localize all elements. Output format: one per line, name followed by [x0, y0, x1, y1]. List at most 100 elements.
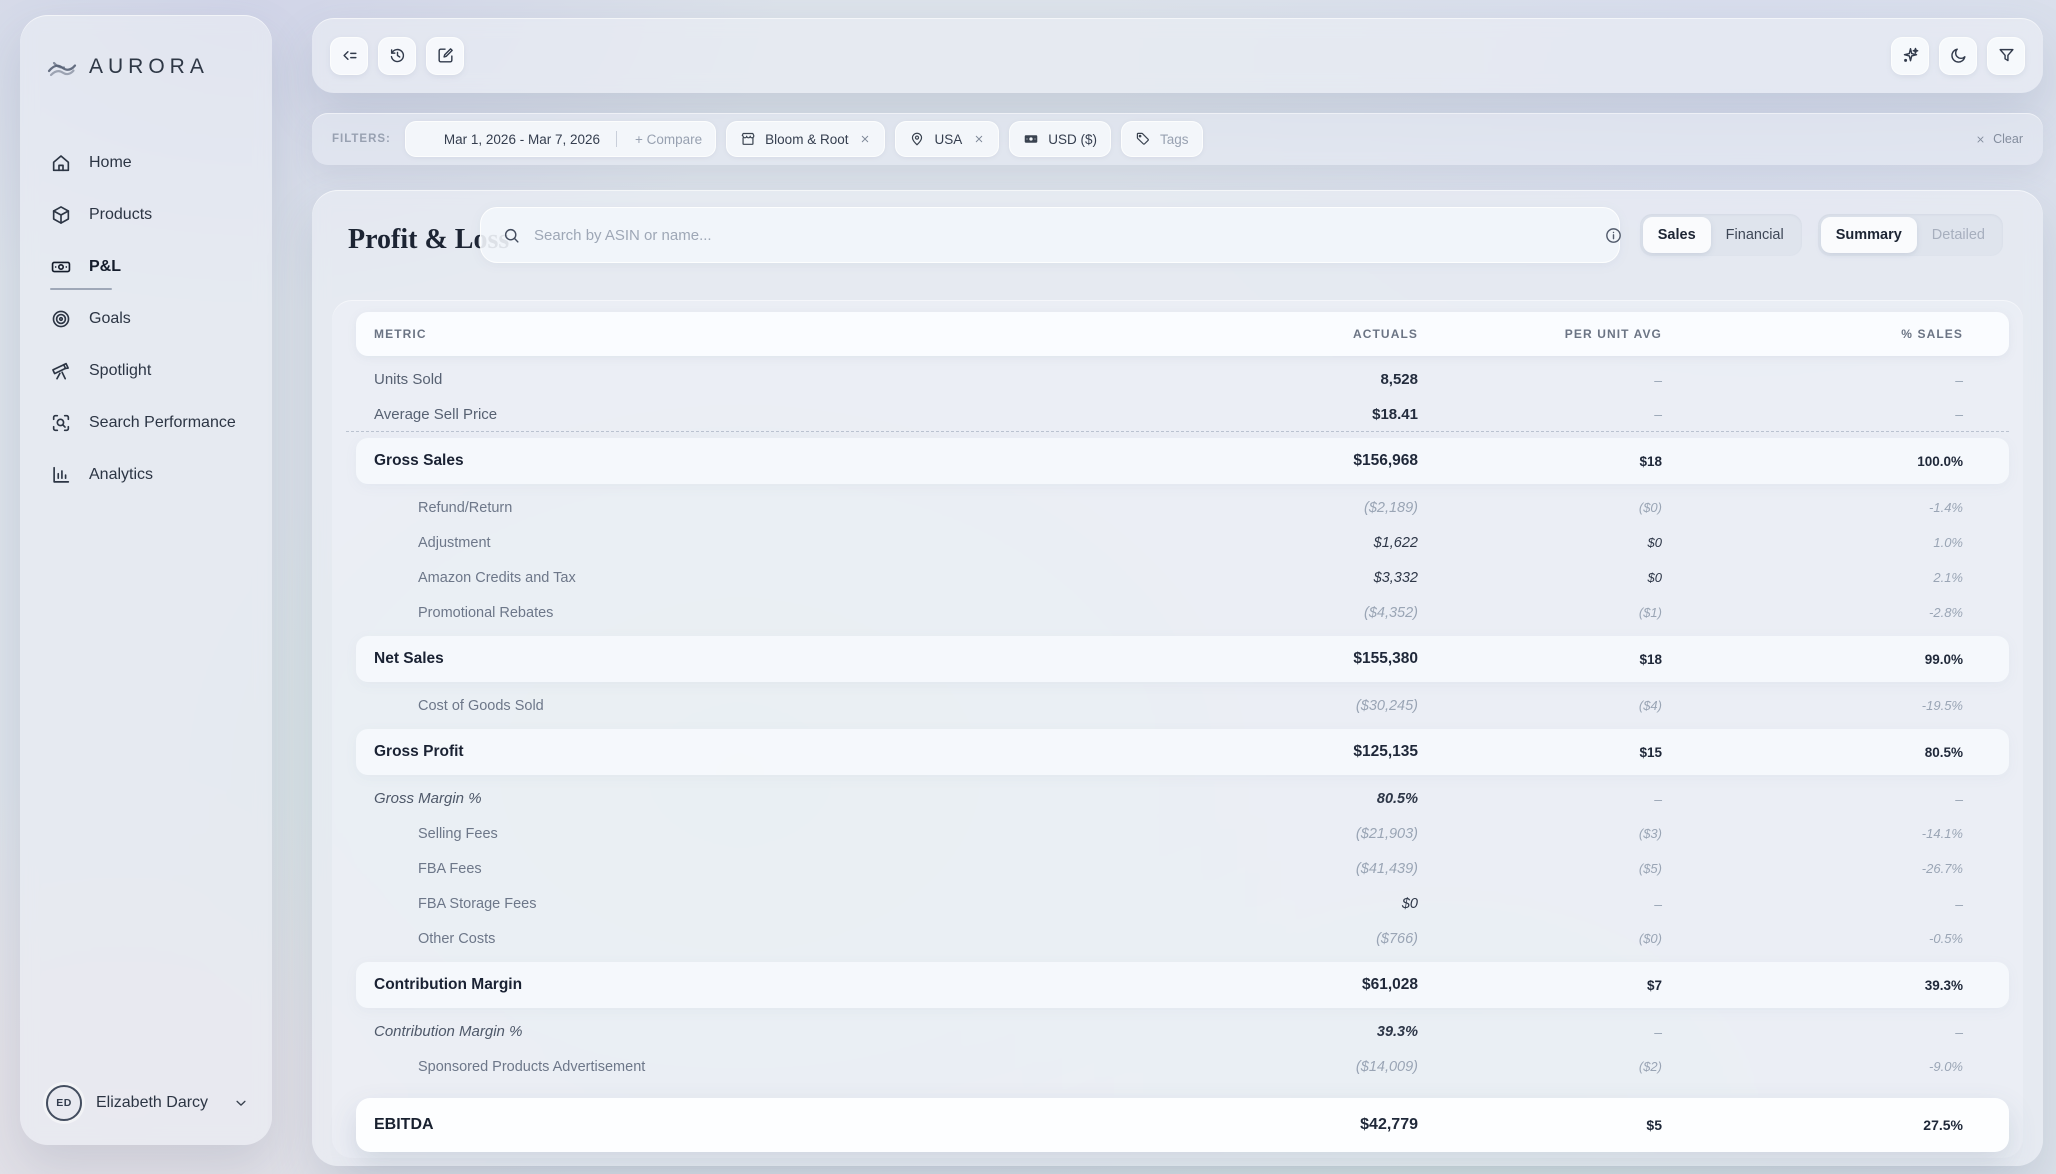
cell-actuals: $61,028 [1168, 976, 1418, 994]
row-label: Amazon Credits and Tax [346, 570, 1168, 586]
history-icon [388, 46, 407, 65]
tab-sales[interactable]: Sales [1643, 217, 1711, 253]
brand-name: AURORA [89, 55, 209, 79]
row-label: Average Sell Price [346, 406, 1168, 423]
filter-chip-tags[interactable]: Tags [1121, 121, 1203, 157]
search-icon [502, 226, 521, 245]
top-toolbar [312, 18, 2043, 93]
cell-per-unit: $18 [1418, 454, 1662, 469]
cell-actuals: ($4,352) [1168, 605, 1418, 621]
filter-chip-bloom-root[interactable]: Bloom & Root [726, 121, 885, 157]
sparkles-icon [1901, 46, 1920, 65]
search-input[interactable] [534, 227, 1598, 244]
cell-pct: 80.5% [1662, 745, 1963, 760]
sidebar-item-goals[interactable]: Goals [20, 293, 272, 345]
cell-pct: – [1662, 406, 1963, 422]
view-controls: SalesFinancial SummaryDetailed [1604, 214, 2003, 256]
table-body: Units Sold8,528––Average Sell Price$18.4… [346, 362, 2009, 1152]
cell-pct: -26.7% [1662, 861, 1963, 876]
cell-per-unit: $0 [1418, 570, 1662, 585]
sidebar-item-home[interactable]: Home [20, 137, 272, 189]
filter-chip-label: USD ($) [1048, 132, 1097, 147]
cell-per-unit: ($4) [1418, 698, 1662, 713]
cell-pct: -0.5% [1662, 931, 1963, 946]
cell-per-unit: – [1418, 1024, 1662, 1040]
cell-pct: 99.0% [1662, 652, 1963, 667]
filter-chips: Bloom & Root USA USD ($) Tags [726, 121, 1212, 157]
clear-filters-button[interactable]: Clear [1975, 132, 2023, 146]
sparkles-button[interactable] [1891, 37, 1929, 75]
filter-button[interactable] [1987, 37, 2025, 75]
cell-actuals: $3,332 [1168, 570, 1418, 586]
dark-mode-button[interactable] [1939, 37, 1977, 75]
sidebar-item-spotlight[interactable]: Spotlight [20, 345, 272, 397]
products-icon [50, 204, 72, 226]
filter-chip-label: USA [934, 132, 962, 147]
table-row: Amazon Credits and Tax$3,332$02.1% [346, 560, 2009, 595]
row-label: Other Costs [346, 931, 1168, 947]
collapse-sidebar-button[interactable] [330, 37, 368, 75]
sidebar-item-label: Spotlight [89, 362, 151, 380]
table-row: Units Sold8,528–– [346, 362, 2009, 397]
sidebar-item-label: Products [89, 206, 152, 224]
filter-chip-usd[interactable]: USD ($) [1009, 121, 1111, 157]
info-icon[interactable] [1604, 226, 1623, 245]
row-label: Gross Sales [346, 452, 1168, 470]
location-pin-icon [909, 131, 925, 147]
table-row: Contribution Margin %39.3%–– [346, 1014, 2009, 1049]
table-row: FBA Storage Fees$0–– [346, 886, 2009, 921]
chevron-down-icon [232, 1094, 250, 1112]
compose-button[interactable] [426, 37, 464, 75]
table-row: Adjustment$1,622$01.0% [346, 525, 2009, 560]
row-label: Contribution Margin % [346, 1023, 1168, 1040]
cell-per-unit: ($3) [1418, 826, 1662, 841]
table-row: Average Sell Price$18.41–– [346, 397, 2009, 432]
toolbar-right-group [1891, 37, 2025, 75]
cell-pct: 39.3% [1662, 978, 1963, 993]
cell-actuals: $125,135 [1168, 743, 1418, 761]
compose-icon [436, 46, 455, 65]
sidebar-item-analytics[interactable]: Analytics [20, 449, 272, 501]
remove-filter-icon[interactable] [973, 133, 985, 145]
cell-per-unit: ($2) [1418, 1059, 1662, 1074]
cell-pct: – [1662, 1024, 1963, 1040]
filters-bar: FILTERS: Mar 1, 2026 - Mar 7, 2026 + Com… [312, 113, 2043, 165]
user-name: Elizabeth Darcy [96, 1094, 208, 1112]
user-menu[interactable]: ED Elizabeth Darcy [46, 1085, 250, 1121]
spotlight-icon [50, 360, 72, 382]
cell-actuals: 80.5% [1168, 791, 1418, 807]
cell-actuals: ($766) [1168, 931, 1418, 947]
table-row: Cost of Goods Sold($30,245)($4)-19.5% [346, 688, 2009, 723]
calendar-icon [419, 131, 435, 147]
compare-button[interactable]: + Compare [635, 132, 702, 147]
analytics-icon [50, 464, 72, 486]
remove-filter-icon[interactable] [859, 133, 871, 145]
tab-financial[interactable]: Financial [1711, 217, 1799, 253]
table-row: Refund/Return($2,189)($0)-1.4% [346, 490, 2009, 525]
filter-chip-usa[interactable]: USA [895, 121, 999, 157]
cell-actuals: $155,380 [1168, 650, 1418, 668]
sidebar-item-p-l[interactable]: P&L [20, 241, 272, 293]
cell-per-unit: $18 [1418, 652, 1662, 667]
column-header-pct-sales: % SALES [1662, 327, 1963, 341]
sidebar-item-products[interactable]: Products [20, 189, 272, 241]
tab-detailed[interactable]: Detailed [1917, 217, 2000, 253]
tab-summary[interactable]: Summary [1821, 217, 1917, 253]
cell-actuals: $42,779 [1168, 1116, 1418, 1134]
brand: AURORA [20, 15, 272, 83]
date-range-chip[interactable]: Mar 1, 2026 - Mar 7, 2026 + Compare [405, 121, 716, 157]
sidebar-item-search-performance[interactable]: Search Performance [20, 397, 272, 449]
row-label: Contribution Margin [346, 976, 1168, 994]
cell-per-unit: $0 [1418, 535, 1662, 550]
home-icon [50, 152, 72, 174]
aurora-logo-icon [46, 51, 78, 83]
sidebar-item-label: Home [89, 154, 132, 172]
cell-actuals: ($14,009) [1168, 1059, 1418, 1075]
row-label: Sponsored Products Advertisement [346, 1059, 1168, 1075]
cell-actuals: $156,968 [1168, 452, 1418, 470]
dark-mode-icon [1949, 46, 1968, 65]
cell-per-unit: – [1418, 791, 1662, 807]
cell-per-unit: ($0) [1418, 500, 1662, 515]
history-button[interactable] [378, 37, 416, 75]
search-bar [480, 207, 1620, 263]
